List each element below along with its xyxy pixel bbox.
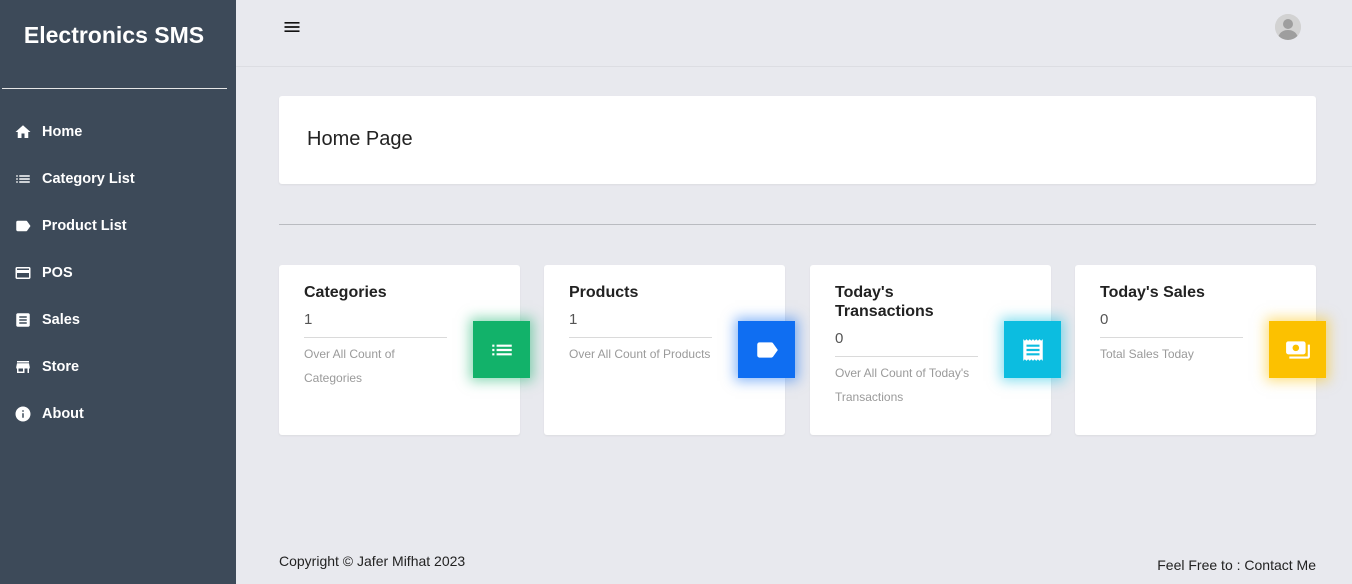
list-icon (14, 170, 32, 188)
divider (279, 224, 1316, 225)
brand-title[interactable]: Electronics SMS (0, 22, 228, 49)
card-description: Over All Count of Today's Transactions (835, 366, 970, 404)
card-description: Over All Count of Categories (304, 347, 395, 385)
card-title: Today's Transactions (835, 284, 934, 320)
card-title: Products (569, 284, 639, 301)
stat-card-sales: Today's Sales 0 Total Sales Today (1075, 265, 1326, 435)
card-description: Total Sales Today (1100, 347, 1194, 361)
contact-me-link[interactable]: Contact Me (1244, 557, 1316, 573)
tag-icon (738, 321, 795, 378)
card-title: Today's Sales (1100, 284, 1205, 301)
sidebar-item-pos[interactable]: POS (0, 249, 236, 296)
footer-contact: Feel Free to : Contact Me (1157, 557, 1316, 573)
store-icon (14, 358, 32, 376)
stat-card-categories: Categories 1 Over All Count of Categorie… (279, 265, 530, 435)
sidebar-item-home[interactable]: Home (0, 108, 236, 155)
sidebar-nav: Home Category List Product List POS Sale… (0, 108, 236, 437)
copyright-text: Copyright © Jafer Mifhat 2023 (279, 553, 466, 569)
sidebar-item-label: Category List (42, 170, 135, 187)
sidebar-item-label: Home (42, 123, 83, 140)
receipt-icon (1004, 321, 1061, 378)
sidebar-item-about[interactable]: About (0, 390, 236, 437)
sidebar-item-label: About (42, 405, 84, 422)
card-title: Categories (304, 284, 387, 301)
list-icon (473, 321, 530, 378)
sidebar-item-store[interactable]: Store (0, 343, 236, 390)
sidebar-item-category-list[interactable]: Category List (0, 155, 236, 202)
card-separator (835, 356, 978, 357)
sidebar-item-label: POS (42, 264, 73, 281)
card-separator (569, 337, 712, 338)
card-value: 1 (569, 311, 578, 328)
credit-card-icon (14, 264, 32, 282)
receipt-icon (14, 311, 32, 329)
card-separator (304, 337, 447, 338)
card-value: 1 (304, 311, 313, 328)
sidebar-item-label: Store (42, 358, 80, 375)
contact-prefix: Feel Free to : (1157, 557, 1245, 573)
money-icon (1269, 321, 1326, 378)
sidebar-item-label: Product List (42, 217, 127, 234)
hamburger-icon[interactable] (282, 17, 302, 37)
card-description: Over All Count of Products (569, 347, 711, 361)
user-avatar-icon[interactable] (1275, 14, 1301, 40)
home-icon (14, 123, 32, 141)
page-header-card: Home Page (279, 96, 1316, 184)
sidebar-item-label: Sales (42, 311, 80, 328)
sidebar-item-product-list[interactable]: Product List (0, 202, 236, 249)
sidebar: Electronics SMS Home Category List Produ… (0, 0, 236, 584)
brand-divider (2, 88, 227, 89)
card-separator (1100, 337, 1243, 338)
card-value: 0 (835, 330, 844, 347)
top-navbar (236, 0, 1352, 67)
tag-icon (14, 217, 32, 235)
page-title: Home Page (307, 128, 413, 150)
info-icon (14, 405, 32, 423)
card-value: 0 (1100, 311, 1109, 328)
stat-card-products: Products 1 Over All Count of Products (544, 265, 795, 435)
sidebar-item-sales[interactable]: Sales (0, 296, 236, 343)
stat-card-transactions: Today's Transactions 0 Over All Count of… (810, 265, 1061, 435)
